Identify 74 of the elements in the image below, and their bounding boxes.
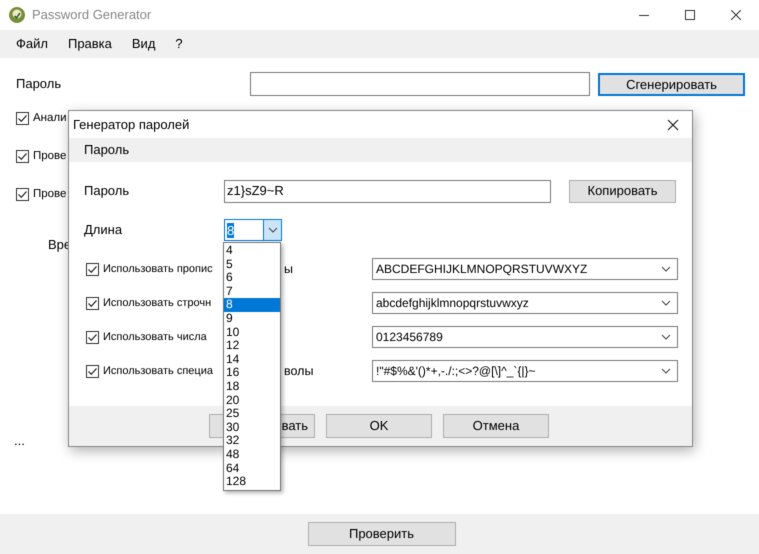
charset-value: abcdefghijklmnopqrstuvwxyz [376, 295, 530, 312]
charset-dropdown[interactable]: abcdefghijklmnopqrstuvwxyz [372, 292, 678, 314]
password-label: Пароль [16, 75, 62, 94]
length-option[interactable]: 8 [224, 298, 280, 312]
charset-dropdown[interactable]: ABCDEFGHIJKLMNOPQRSTUVWXYZ [372, 258, 678, 280]
password-field[interactable] [250, 72, 590, 96]
menu-item[interactable]: ? [169, 34, 189, 54]
generate-button[interactable]: Сгенерировать [598, 72, 745, 96]
checkbox[interactable] [86, 364, 99, 378]
chevron-down-icon [661, 300, 671, 306]
length-option[interactable]: 14 [224, 352, 280, 366]
length-option[interactable]: 32 [224, 434, 280, 448]
verify-button[interactable]: Проверить [308, 522, 456, 546]
length-option[interactable]: 12 [224, 339, 280, 353]
length-option[interactable]: 48 [224, 448, 280, 462]
length-option[interactable]: 25 [224, 407, 280, 421]
charset-label: Использовать специа [103, 364, 213, 379]
length-option[interactable]: 30 [224, 420, 280, 434]
charset-value: ABCDEFGHIJKLMNOPQRSTUVWXYZ [376, 261, 588, 278]
checkbox[interactable] [86, 330, 99, 344]
chevron-down-icon [661, 334, 671, 340]
length-option[interactable]: 10 [224, 326, 280, 340]
copy-button[interactable]: Копировать [569, 180, 676, 202]
charset-label: Использовать пропис [103, 262, 213, 277]
minimize-icon [639, 14, 649, 16]
section-title: Пароль [84, 141, 130, 160]
menu-item[interactable]: Правка [62, 34, 118, 54]
length-option[interactable]: 7 [224, 284, 280, 298]
length-option[interactable]: 20 [224, 394, 280, 408]
chevron-down-icon [661, 368, 671, 374]
close-icon [731, 10, 741, 20]
length-option[interactable]: 16 [224, 366, 280, 380]
length-value: 8 [227, 222, 234, 238]
option-label: Прове [33, 148, 66, 164]
charset-dropdown[interactable]: 0123456789 [372, 326, 678, 348]
chevron-down-icon [661, 266, 671, 272]
length-option[interactable]: 4 [224, 244, 280, 258]
length-label: Длина [84, 221, 124, 240]
close-icon [667, 118, 679, 130]
chevron-down-icon [268, 227, 278, 233]
length-combobox[interactable]: 8 [224, 219, 282, 241]
password-label: Пароль [84, 182, 130, 200]
dialog-button[interactable]: Отмена [443, 414, 549, 438]
charset-value: !"#$%&'()*+,-./:;<>?@[\]^_`{|}~ [376, 363, 537, 380]
menu-item[interactable]: Файл [10, 34, 54, 54]
maximize-icon [685, 10, 695, 20]
length-option[interactable]: 6 [224, 271, 280, 285]
length-option[interactable]: 64 [224, 462, 280, 476]
length-option[interactable]: 5 [224, 258, 280, 272]
dialog-button[interactable]: OK [326, 414, 432, 438]
close-button[interactable] [666, 118, 680, 132]
checkbox[interactable] [86, 262, 99, 276]
dialog-title: Генератор паролей [73, 116, 190, 134]
password-field[interactable]: z1}sZ9~R [224, 180, 551, 202]
ellipsis-text: ... [14, 432, 25, 450]
length-option[interactable]: 128 [224, 475, 280, 489]
charset-label: ы [284, 260, 293, 278]
length-option[interactable]: 9 [224, 312, 280, 326]
password-value: z1}sZ9~R [227, 182, 284, 200]
option-label: Анали [33, 110, 67, 126]
app-icon [8, 6, 26, 24]
charset-label: волы [284, 362, 314, 380]
charset-label: Использовать числа [103, 330, 207, 345]
option-label: Прове [33, 186, 66, 202]
charset-label: Использовать строчн [103, 296, 212, 311]
menu-item[interactable]: Вид [126, 34, 162, 54]
checkbox[interactable] [16, 150, 29, 163]
charset-value: 0123456789 [376, 329, 444, 346]
checkbox[interactable] [86, 296, 99, 310]
checkbox[interactable] [16, 188, 29, 201]
length-option[interactable]: 18 [224, 380, 280, 394]
charset-dropdown[interactable]: !"#$%&'()*+,-./:;<>?@[\]^_`{|}~ [372, 360, 678, 382]
checkbox[interactable] [16, 112, 29, 125]
window-title: Password Generator [32, 6, 152, 24]
